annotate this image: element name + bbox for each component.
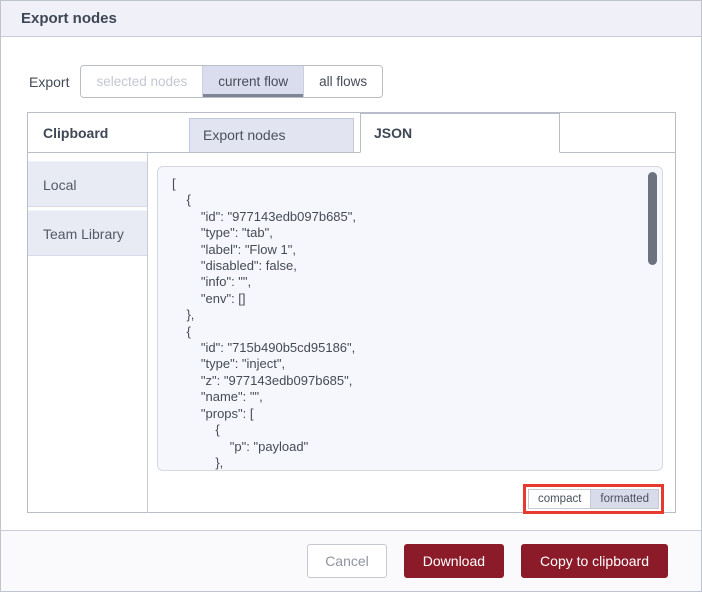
library-sidebar: Local Team Library <box>28 153 148 513</box>
export-nodes-dialog: Export nodes Export selected nodes curre… <box>0 0 702 592</box>
json-panel: [ { "id": "977143edb097b685", "type": "t… <box>148 153 675 514</box>
current-flow-button[interactable]: current flow <box>202 66 304 97</box>
tab-export-nodes[interactable]: Export nodes <box>189 118 354 152</box>
all-flows-button[interactable]: all flows <box>303 66 383 97</box>
dialog-title: Export nodes <box>1 1 701 37</box>
format-toggle-group: compact formatted <box>527 489 659 509</box>
cancel-button[interactable]: Cancel <box>307 544 387 578</box>
tab-json[interactable]: JSON <box>360 113 560 153</box>
compact-button[interactable]: compact <box>528 490 591 508</box>
selected-nodes-button[interactable]: selected nodes <box>81 66 203 97</box>
dialog-footer: Cancel Download Copy to clipboard <box>1 530 701 591</box>
export-scope-group: selected nodes current flow all flows <box>80 65 384 98</box>
export-content-panel: Clipboard Export nodes JSON Local Team L… <box>27 112 676 514</box>
copy-to-clipboard-button[interactable]: Copy to clipboard <box>521 544 668 578</box>
tab-strip: Clipboard Export nodes JSON <box>28 113 675 153</box>
json-content: [ { "id": "977143edb097b685", "type": "t… <box>172 176 356 470</box>
export-scope-label: Export <box>29 73 70 90</box>
format-toggle-highlight: compact formatted <box>522 484 664 514</box>
sidebar-item-team-library[interactable]: Team Library <box>28 210 147 256</box>
formatted-button[interactable]: formatted <box>590 490 658 508</box>
export-scope-row: Export selected nodes current flow all f… <box>29 65 384 98</box>
tab-clipboard[interactable]: Clipboard <box>28 125 149 141</box>
editor-scrollbar-thumb[interactable] <box>648 172 657 265</box>
download-button[interactable]: Download <box>403 544 505 578</box>
json-editor[interactable]: [ { "id": "977143edb097b685", "type": "t… <box>157 166 663 471</box>
content-body: Local Team Library [ { "id": "977143edb0… <box>28 153 675 514</box>
sidebar-item-local[interactable]: Local <box>28 161 147 207</box>
